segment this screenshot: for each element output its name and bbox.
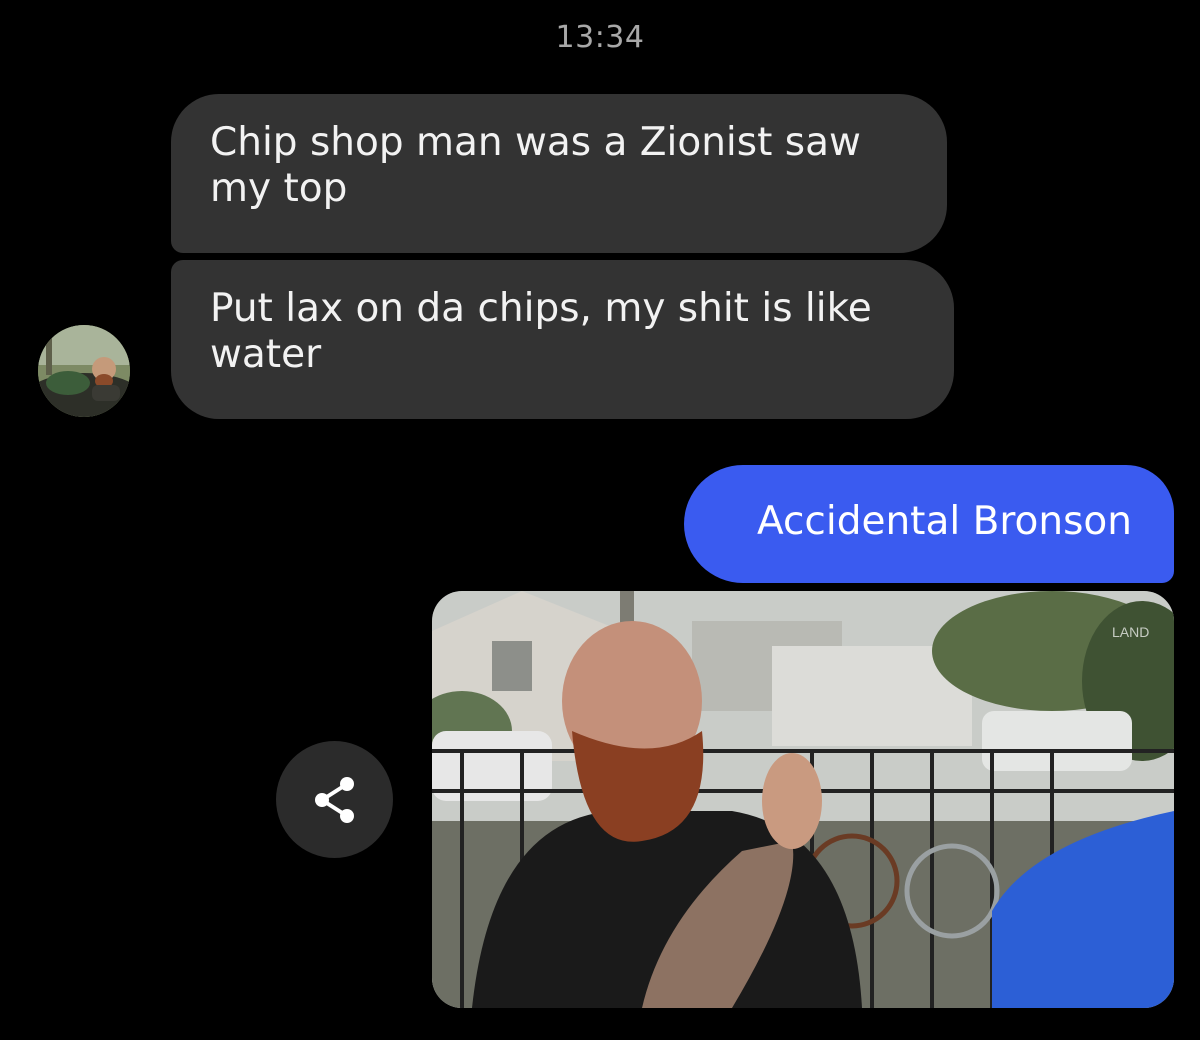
message-text: Accidental Bronson bbox=[756, 499, 1132, 544]
chat-screen: 13:34 Chip shop man was a Zionist saw my… bbox=[0, 0, 1200, 1040]
outgoing-message-bubble[interactable]: Accidental Bronson bbox=[684, 465, 1174, 583]
contact-avatar[interactable] bbox=[38, 325, 130, 417]
media-attachment[interactable]: LAND bbox=[432, 591, 1174, 1008]
message-text: Chip shop man was a Zionist saw my top bbox=[210, 120, 861, 211]
avatar-image bbox=[38, 325, 130, 417]
share-icon bbox=[314, 777, 354, 823]
incoming-message-bubble[interactable]: Put lax on da chips, my shit is like wat… bbox=[171, 260, 954, 419]
message-text: Put lax on da chips, my shit is like wat… bbox=[210, 286, 872, 377]
incoming-message-bubble[interactable]: Chip shop man was a Zionist saw my top bbox=[171, 94, 947, 253]
media-image: LAND bbox=[432, 591, 1174, 1008]
share-button[interactable] bbox=[276, 741, 393, 858]
media-watermark: LAND bbox=[1112, 624, 1149, 640]
message-timestamp: 13:34 bbox=[555, 20, 645, 55]
